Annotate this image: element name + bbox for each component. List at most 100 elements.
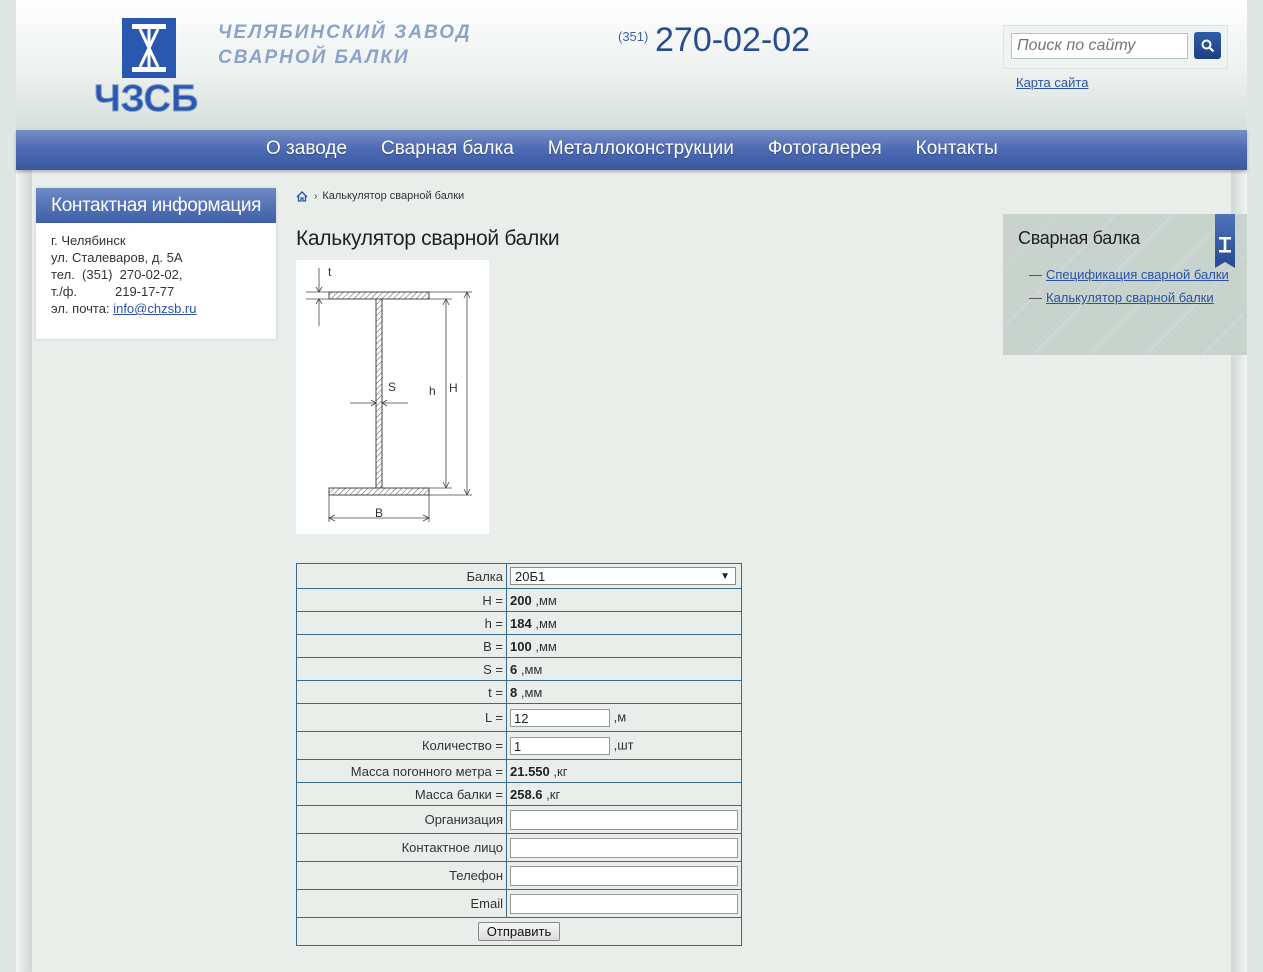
- S-value: 6: [510, 661, 518, 677]
- contact-email-row: эл. почта: info@chzsb.ru: [51, 300, 276, 317]
- contact-email-label: эл. почта:: [51, 301, 110, 316]
- email-input[interactable]: [510, 893, 738, 914]
- calc-row-H: H = 200 ,мм: [296, 588, 742, 612]
- company-name: Челябинский завод сварной балки: [218, 20, 472, 70]
- qty-unit: ,шт: [613, 736, 634, 752]
- nav-item-welded-beam[interactable]: Сварная балка: [381, 130, 514, 168]
- beam-select[interactable]: 20Б1 ▼: [510, 567, 736, 585]
- contact-person-label: Контактное лицо: [296, 833, 507, 862]
- L-input[interactable]: 12: [510, 708, 610, 727]
- beam-mass-value: 258.6: [510, 786, 543, 802]
- calc-row-B: B = 100 ,мм: [296, 634, 742, 658]
- svg-text:ЧЗСБ: ЧЗСБ: [94, 78, 198, 116]
- contact-info-box: Контактная информация г. Челябинск ул. С…: [36, 188, 276, 339]
- nav-item-about[interactable]: О заводе: [266, 130, 347, 168]
- diagram-label-h: h: [429, 384, 436, 398]
- B-value: 100: [510, 638, 532, 654]
- calc-row-mass-per-meter: Масса погонного метра = 21.550 ,кг: [296, 759, 742, 783]
- dropdown-arrow-icon: ▼: [720, 571, 730, 582]
- search-button[interactable]: [1194, 32, 1221, 59]
- main-nav: О заводе Сварная балка Металлоконструкци…: [16, 130, 1247, 170]
- sidebar-item-calculator: Калькулятор сварной балки: [1029, 290, 1229, 306]
- contact-street: ул. Сталеваров, д. 5А: [51, 250, 183, 265]
- calc-row-L: L = 12 ,м: [296, 703, 742, 732]
- H-value: 200: [510, 592, 532, 608]
- h-value: 184: [510, 615, 532, 631]
- sidebar-item-specification: Спецификация сварной балки: [1029, 267, 1229, 283]
- search-input[interactable]: [1011, 33, 1188, 59]
- submit-button[interactable]: Отправить: [477, 922, 561, 941]
- contact-city: г. Челябинск: [51, 233, 126, 248]
- diagram-label-H: H: [449, 381, 458, 395]
- email-label: Email: [296, 889, 507, 918]
- search-box: [1003, 25, 1228, 69]
- contact-email-link[interactable]: info@chzsb.ru: [113, 301, 196, 316]
- beam-select-value: 20Б1: [515, 569, 546, 584]
- contact-info-body: г. Челябинск ул. Сталеваров, д. 5А тел. …: [36, 223, 276, 317]
- beam-diagram: t S h H B: [296, 260, 489, 534]
- phone-code: (351): [618, 29, 649, 44]
- calc-row-beam: Балка 20Б1 ▼: [296, 563, 742, 589]
- contact-phone-value: (351) 270-02-02,: [82, 267, 183, 282]
- home-icon[interactable]: [296, 190, 308, 202]
- search-icon: [1201, 39, 1214, 52]
- h-unit: ,мм: [535, 615, 557, 631]
- diagram-label-s: S: [388, 380, 396, 394]
- contact-fax-value: 219-17-77: [115, 284, 175, 299]
- sidebar-link-calculator[interactable]: Калькулятор сварной балки: [1046, 290, 1214, 305]
- beam-diagram-svg: t S h H B: [306, 265, 472, 522]
- company-logo[interactable]: ЧЗСБ: [92, 16, 212, 116]
- contact-person-input[interactable]: [510, 837, 738, 858]
- H-unit: ,мм: [535, 592, 557, 608]
- L-unit: ,м: [613, 708, 627, 724]
- H-label: H =: [296, 588, 507, 612]
- calc-row-qty: Количество = 1 ,шт: [296, 731, 742, 760]
- contact-fax-label: т./ф.: [51, 284, 78, 299]
- mass-per-meter-unit: ,кг: [553, 763, 568, 779]
- calc-row-email: Email: [296, 889, 742, 918]
- phone-label: Телефон: [296, 861, 507, 890]
- sitemap-link[interactable]: Карта сайта: [1016, 75, 1088, 90]
- t-unit: ,мм: [520, 684, 543, 700]
- company-name-line-1: Челябинский завод: [218, 22, 472, 43]
- breadcrumb-current: Калькулятор сварной балки: [322, 190, 465, 202]
- mass-per-meter-value: 21.550: [510, 763, 550, 779]
- h-label: h =: [296, 611, 507, 635]
- contact-phone-label: тел.: [51, 267, 75, 282]
- nav-item-metal-structures[interactable]: Металлоконструкции: [548, 130, 734, 168]
- qty-label: Количество =: [296, 731, 507, 760]
- B-unit: ,мм: [535, 638, 557, 654]
- calc-row-phone: Телефон: [296, 861, 742, 890]
- mass-per-meter-label: Масса погонного метра =: [296, 759, 507, 783]
- organization-label: Организация: [296, 805, 507, 834]
- organization-input[interactable]: [510, 809, 738, 830]
- L-label: L =: [296, 703, 507, 732]
- site-header: ЧЗСБ Челябинский завод сварной балки (35…: [16, 0, 1247, 130]
- contact-info-title: Контактная информация: [36, 188, 276, 223]
- calc-row-h: h = 184 ,мм: [296, 611, 742, 635]
- calc-row-submit: Отправить: [296, 917, 742, 946]
- calc-row-contact: Контактное лицо: [296, 833, 742, 862]
- beam-mass-unit: ,кг: [546, 786, 561, 802]
- diagram-label-t: t: [328, 265, 332, 279]
- sidebar-link-specification[interactable]: Спецификация сварной балки: [1046, 267, 1229, 282]
- breadcrumb: › Калькулятор сварной балки: [296, 190, 464, 202]
- phone-number[interactable]: 270-02-02: [655, 21, 810, 60]
- t-label: t =: [296, 680, 507, 704]
- phone-input[interactable]: [510, 865, 738, 886]
- breadcrumb-separator: ›: [314, 190, 318, 202]
- page-title: Калькулятор сварной балки: [296, 227, 560, 250]
- right-sidebar-title: Сварная балка: [1018, 228, 1140, 248]
- qty-input[interactable]: 1: [510, 736, 610, 755]
- t-value: 8: [510, 684, 518, 700]
- page: ЧЗСБ Челябинский завод сварной балки (35…: [16, 0, 1247, 972]
- calc-row-t: t = 8 ,мм: [296, 680, 742, 704]
- B-label: B =: [296, 634, 507, 658]
- S-label: S =: [296, 657, 507, 681]
- nav-item-gallery[interactable]: Фотогалерея: [768, 130, 882, 168]
- nav-item-contacts[interactable]: Контакты: [916, 130, 998, 168]
- bookmark-ribbon-icon: [1215, 214, 1235, 268]
- diagram-label-B: B: [375, 506, 383, 520]
- beam-mass-label: Масса балки =: [296, 782, 507, 806]
- contact-fax-row: т./ф. 219-17-77: [51, 283, 276, 300]
